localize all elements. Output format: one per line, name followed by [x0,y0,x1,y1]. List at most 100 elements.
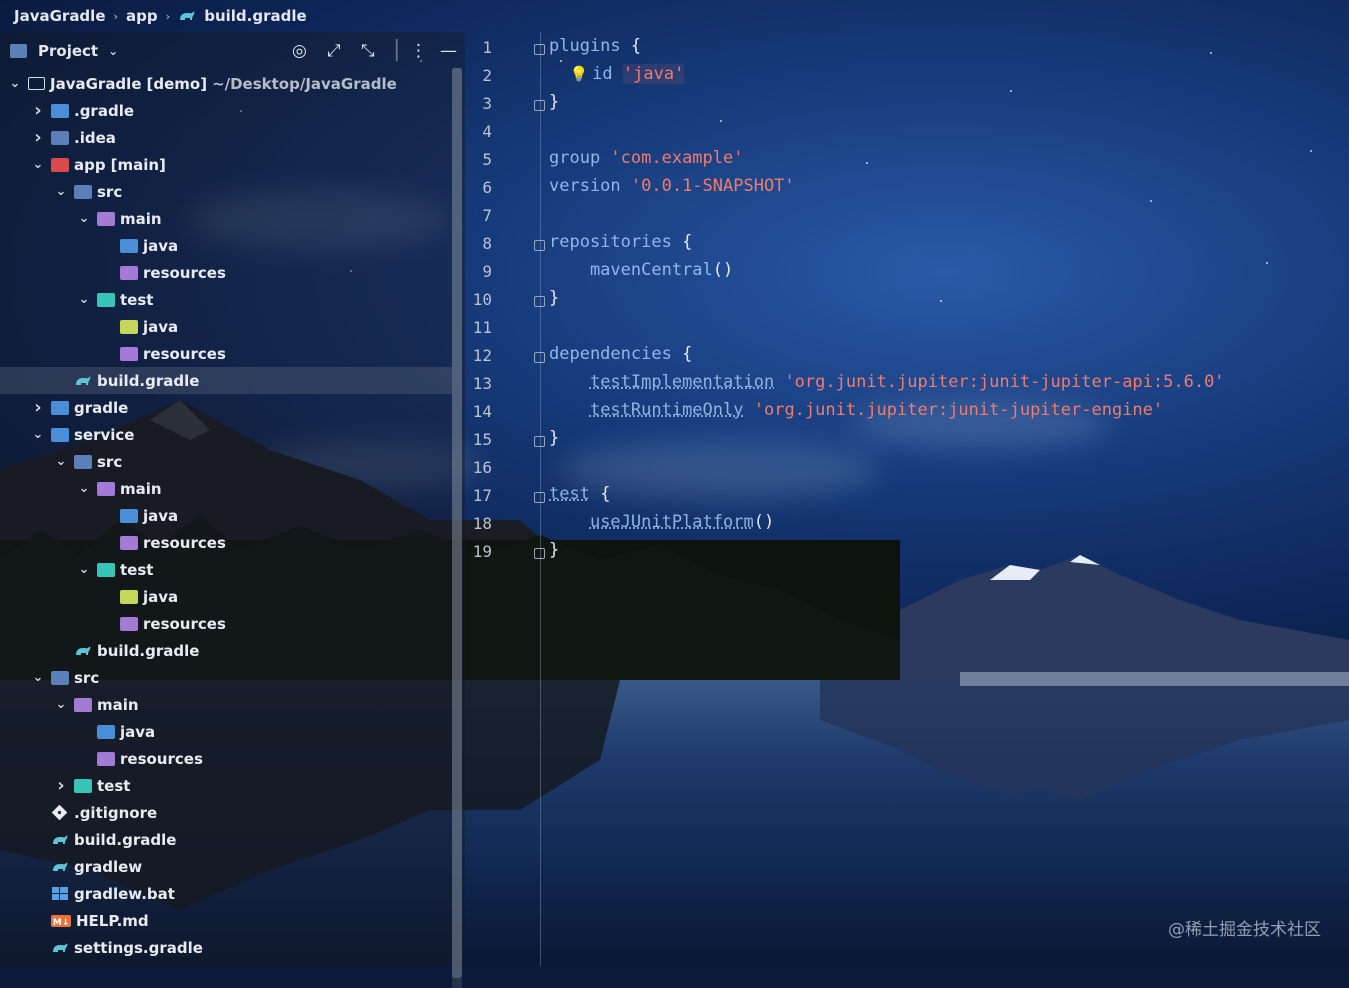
chevron-down-icon[interactable]: ⌄ [77,292,91,307]
code-line[interactable]: } [549,540,559,560]
tree-item-service[interactable]: ⌄ service [0,421,452,448]
minimize-icon[interactable]: — [440,41,457,61]
tree-item-java[interactable]: ·java [0,718,452,745]
chevron-down-icon[interactable]: ⌄ [31,670,45,685]
tree-item-label: src [74,669,99,687]
chevron-right-icon[interactable]: › [54,775,68,796]
tree-item-main[interactable]: ⌄ main [0,205,452,232]
code-line[interactable]: repositories { [549,232,692,252]
tree-item-gradle[interactable]: › .gradle [0,97,452,124]
code-line[interactable]: plugins { [549,36,641,56]
tree-item-resources[interactable]: ·resources [0,340,452,367]
fold-marker-icon[interactable] [534,100,545,111]
code-token [743,400,753,420]
fold-marker-icon[interactable] [534,492,545,503]
line-number: 2 [466,66,492,85]
fold-marker-icon[interactable] [534,352,545,363]
code-token: () [754,512,774,532]
tree-item-app[interactable]: ⌄ app [main] [0,151,452,178]
tree-item-help-md[interactable]: ·M↓HELP.md [0,907,452,934]
tree-item-test[interactable]: ⌄ test [0,286,452,313]
chevron-down-icon[interactable]: ⌄ [54,697,68,712]
chevron-down-icon[interactable]: ⌄ [31,427,45,442]
tree-item-test[interactable]: ⌄ test [0,556,452,583]
tree-item-test[interactable]: › test [0,772,452,799]
more-options-icon[interactable]: ⋮ [410,41,427,61]
tree-item-gradle[interactable]: › gradle [0,394,452,421]
code-token [549,512,590,532]
tree-item-gradlew-bat[interactable]: ·gradlew.bat [0,880,452,907]
tree-item-src[interactable]: ⌄ src [0,178,452,205]
fold-marker-icon[interactable] [534,44,545,55]
teal-folder-icon [97,293,115,307]
chevron-right-icon[interactable]: › [31,397,45,418]
breadcrumb-item-project[interactable]: JavaGradle [14,7,106,25]
tree-item-build-gradle[interactable]: ·build.gradle [0,637,452,664]
code-token: 'org.junit.jupiter:junit-jupiter-api:5.6… [784,372,1224,392]
tree-item-java[interactable]: ·java [0,232,452,259]
tree-item-main[interactable]: ⌄ main [0,691,452,718]
fold-marker-icon[interactable] [534,436,545,447]
code-editor[interactable]: 1 plugins {2 💡 id 'java' 3} 4 5 group 'com.exa… [466,32,1349,966]
chevron-down-icon[interactable]: ⌄ [54,454,68,469]
chevron-right-icon[interactable]: › [31,100,45,121]
chevron-right-icon[interactable]: › [31,127,45,148]
windows-logo-icon [51,886,69,902]
tree-item-label: src [97,183,122,201]
chevron-down-icon[interactable]: ⌄ [77,562,91,577]
chevron-down-icon[interactable]: ⌄ [77,211,91,226]
chevron-down-icon: ⌄ [108,44,118,58]
code-line[interactable]: useJUnitPlatform() [549,512,774,532]
tree-item-label: resources [143,534,226,552]
tree-item-java[interactable]: ·java [0,502,452,529]
tree-item-src[interactable]: ⌄ src [0,664,452,691]
tree-item-src[interactable]: ⌄ src [0,448,452,475]
line-number: 18 [466,514,492,533]
code-line[interactable]: } [549,92,559,112]
tree-item-idea[interactable]: › .idea [0,124,452,151]
project-view-selector[interactable]: Project ⌄ [10,42,118,60]
code-line[interactable]: } [549,288,559,308]
slate-folder-icon [74,185,92,199]
fold-marker-icon[interactable] [534,296,545,307]
tree-item-label: src [97,453,122,471]
fold-marker-icon[interactable] [534,548,545,559]
tree-item-resources[interactable]: ·resources [0,259,452,286]
code-line[interactable]: testImplementation 'org.junit.jupiter:ju… [549,372,1225,392]
code-line[interactable]: mavenCentral() [549,260,733,280]
gradle-elephant-icon [51,860,69,874]
code-line[interactable]: group 'com.example' [549,148,743,168]
tree-item-resources[interactable]: ·resources [0,529,452,556]
breadcrumb-item-file[interactable]: build.gradle [204,7,306,25]
code-line[interactable]: 💡 id 'java' [549,64,684,84]
tree-item-settings-gradle[interactable]: ·settings.gradle [0,934,452,961]
code-line[interactable]: test { [549,484,610,504]
code-line[interactable]: dependencies { [549,344,692,364]
tree-item-build-gradle[interactable]: ·build.gradle [0,826,452,853]
tree-item-resources[interactable]: ·resources [0,745,452,772]
breadcrumb-item-module[interactable]: app [126,7,158,25]
target-icon[interactable]: ◎ [292,41,307,61]
tree-scrollbar-thumb[interactable] [452,68,462,978]
code-line[interactable]: version '0.0.1-SNAPSHOT' [549,176,795,196]
chevron-down-icon[interactable]: ⌄ [8,76,22,91]
chevron-down-icon[interactable]: ⌄ [31,157,45,172]
tree-item-java[interactable]: ·java [0,313,452,340]
lightbulb-icon[interactable]: 💡 [569,65,588,83]
tree-item-label: service [74,426,134,444]
tree-item-build-gradle[interactable]: ·build.gradle [0,367,452,394]
chevron-down-icon[interactable]: ⌄ [77,481,91,496]
fold-marker-icon[interactable] [534,240,545,251]
tree-item-java[interactable]: ·java [0,583,452,610]
tree-item-gitignore[interactable]: ·.gitignore [0,799,452,826]
tree-item-main[interactable]: ⌄ main [0,475,452,502]
expand-all-icon[interactable]: ⤢ [327,41,341,61]
green-folder-icon [120,590,138,604]
tree-item-javagradle[interactable]: ⌄ JavaGradle [demo] ~/Desktop/JavaGradle [0,70,452,97]
chevron-down-icon[interactable]: ⌄ [54,184,68,199]
tree-item-resources[interactable]: ·resources [0,610,452,637]
collapse-all-icon[interactable]: ⤡ [361,41,375,61]
code-line[interactable]: testRuntimeOnly 'org.junit.jupiter:junit… [549,400,1163,420]
code-line[interactable]: } [549,428,559,448]
tree-item-gradlew[interactable]: ·gradlew [0,853,452,880]
